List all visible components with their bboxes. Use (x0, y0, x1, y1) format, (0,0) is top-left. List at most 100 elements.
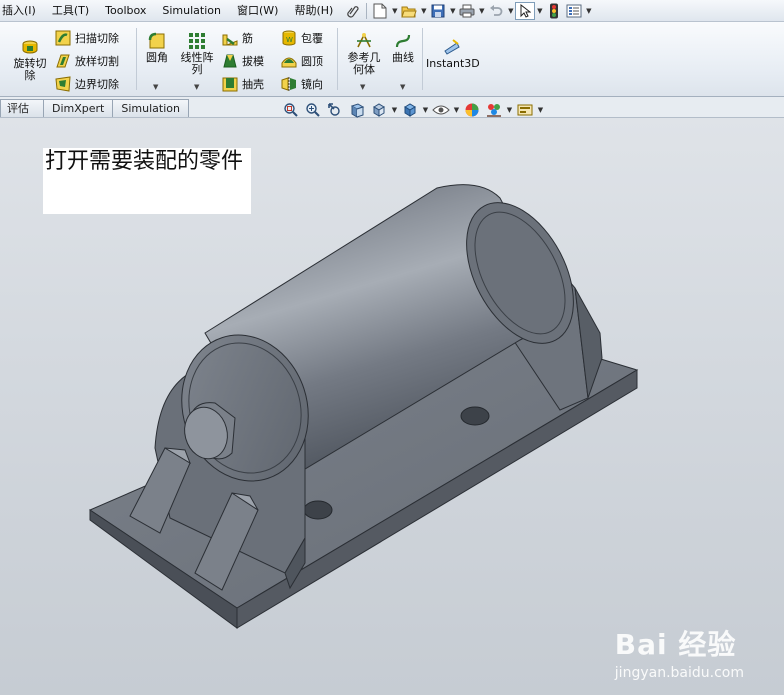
draft-button[interactable]: 拔模 (222, 53, 264, 69)
sweep-cut-icon (55, 30, 71, 46)
annotation-callout: 打开需要装配的零件 (43, 148, 251, 214)
boundary-cut-button[interactable]: 边界切除 (55, 76, 119, 92)
open-folder-icon[interactable] (399, 2, 419, 20)
paperclip-icon[interactable] (343, 2, 363, 20)
print-dropdown-icon[interactable]: ▼ (477, 2, 486, 20)
ribbon-divider (136, 28, 137, 90)
curves-label: 曲线 (392, 51, 414, 64)
shell-icon (222, 76, 238, 92)
rib-button[interactable]: 筋 (222, 30, 253, 46)
undo-icon[interactable] (486, 2, 506, 20)
tab-evaluate[interactable]: 评估 (0, 99, 44, 117)
reference-geometry-label: 参考几何体 (347, 51, 381, 76)
heads-up-view-toolbar: ▼ ▼ ▼ ▼ ▼ (281, 101, 544, 119)
options-icon[interactable] (564, 2, 584, 20)
mirror-icon (281, 76, 297, 92)
watermark-logo-text: Bai 经验 (614, 628, 737, 661)
apply-scene-dropdown-icon[interactable]: ▼ (506, 106, 513, 114)
watermark-url: jingyan.baidu.com (614, 665, 744, 681)
shell-label: 抽壳 (242, 78, 264, 91)
print-icon[interactable] (457, 2, 477, 20)
revolve-cut-icon (21, 38, 39, 56)
dome-label: 圆顶 (301, 55, 323, 68)
open-dropdown-icon[interactable]: ▼ (419, 2, 428, 20)
watermark-logo: Bai 经验 (615, 623, 744, 663)
options-dropdown-icon[interactable]: ▼ (584, 2, 593, 20)
reference-geometry-icon (355, 32, 373, 50)
tab-dimxpert[interactable]: DimXpert (43, 99, 114, 117)
dome-icon (281, 53, 297, 69)
loft-cut-button[interactable]: 放样切割 (55, 53, 119, 69)
ribbon-divider (422, 28, 423, 90)
svg-text:W: W (286, 36, 293, 44)
menu-simulation[interactable]: Simulation (154, 0, 229, 22)
view-orientation-dropdown-icon[interactable]: ▼ (391, 106, 398, 114)
section-view-icon[interactable] (347, 101, 367, 119)
shell-button[interactable]: 抽壳 (222, 76, 264, 92)
reference-geometry-button[interactable]: 参考几何体 (344, 32, 384, 76)
linear-pattern-icon (188, 32, 206, 50)
dome-button[interactable]: 圆顶 (281, 53, 323, 69)
boundary-cut-icon (55, 76, 71, 92)
zoom-area-icon[interactable] (303, 101, 323, 119)
fillet-button[interactable]: 圆角 (142, 32, 172, 64)
mirror-label: 镜向 (301, 78, 323, 91)
display-style-dropdown-icon[interactable]: ▼ (422, 106, 429, 114)
loft-cut-icon (55, 53, 71, 69)
curves-button[interactable]: 曲线 (388, 32, 418, 64)
hide-show-items-icon[interactable] (431, 101, 451, 119)
instant3d-label: Instant3D (426, 57, 480, 70)
fillet-label: 圆角 (146, 51, 168, 64)
zoom-to-fit-icon[interactable] (281, 101, 301, 119)
undo-dropdown-icon[interactable]: ▼ (506, 2, 515, 20)
menu-help[interactable]: 帮助(H) (286, 0, 341, 22)
quick-access-toolbar: ▼ ▼ ▼ ▼ ▼ ▼ ▼ (343, 1, 593, 20)
wrap-icon: W (281, 30, 297, 46)
new-dropdown-icon[interactable]: ▼ (390, 2, 399, 20)
baidu-jingyan-watermark: Bai 经验 jingyan.baidu.com (615, 623, 744, 681)
wrap-button[interactable]: W 包覆 (281, 30, 323, 46)
menu-tools[interactable]: 工具(T) (44, 0, 97, 22)
view-settings-dropdown-icon[interactable]: ▼ (537, 106, 544, 114)
graphics-area[interactable]: 打开需要装配的零件 Bai 经验 jingyan.baidu.com (0, 118, 784, 695)
new-document-icon[interactable] (370, 2, 390, 20)
apply-scene-icon[interactable] (484, 101, 504, 119)
linear-pattern-label: 线性阵列 (180, 51, 214, 76)
display-style-icon[interactable] (400, 101, 420, 119)
reference-geometry-dropdown-icon[interactable]: ▼ (360, 83, 365, 91)
save-dropdown-icon[interactable]: ▼ (448, 2, 457, 20)
select-arrow-icon[interactable] (515, 1, 536, 20)
curves-dropdown-icon[interactable]: ▼ (400, 83, 405, 91)
sweep-cut-label: 扫描切除 (75, 32, 119, 45)
menu-insert[interactable]: 插入(I) (0, 0, 44, 22)
revolve-cut-label: 旋转切除 (13, 57, 47, 82)
menu-toolbox[interactable]: Toolbox (97, 0, 154, 22)
mirror-button[interactable]: 镜向 (281, 76, 323, 92)
loft-cut-label: 放样切割 (75, 55, 119, 68)
menu-window[interactable]: 窗口(W) (229, 0, 286, 22)
view-settings-icon[interactable] (515, 101, 535, 119)
sweep-cut-button[interactable]: 扫描切除 (55, 30, 119, 46)
ribbon-divider (337, 28, 338, 90)
rebuild-traffic-light-icon[interactable] (544, 2, 564, 20)
instant3d-icon (443, 38, 461, 56)
command-manager: 旋转切除 扫描切除 放样切割 边界切除 圆角 ▼ 线性阵列 ▼ 筋 拔模 抽壳 … (0, 22, 784, 97)
toolbar-divider (366, 2, 368, 19)
revolve-cut-button[interactable]: 旋转切除 (10, 38, 50, 82)
hide-show-dropdown-icon[interactable]: ▼ (453, 106, 460, 114)
view-orientation-icon[interactable] (369, 101, 389, 119)
linear-pattern-dropdown-icon[interactable]: ▼ (194, 83, 199, 91)
fillet-dropdown-icon[interactable]: ▼ (153, 83, 158, 91)
menu-bar: 插入(I) 工具(T) Toolbox Simulation 窗口(W) 帮助(… (0, 0, 784, 22)
draft-icon (222, 53, 238, 69)
curves-icon (394, 32, 412, 50)
select-dropdown-icon[interactable]: ▼ (535, 2, 544, 20)
wrap-label: 包覆 (301, 32, 323, 45)
edit-appearance-icon[interactable] (462, 101, 482, 119)
linear-pattern-button[interactable]: 线性阵列 (176, 32, 218, 76)
fillet-icon (148, 32, 166, 50)
instant3d-button[interactable]: Instant3D (426, 38, 480, 70)
save-icon[interactable] (428, 2, 448, 20)
previous-view-icon[interactable] (325, 101, 345, 119)
tab-simulation[interactable]: Simulation (112, 99, 189, 117)
